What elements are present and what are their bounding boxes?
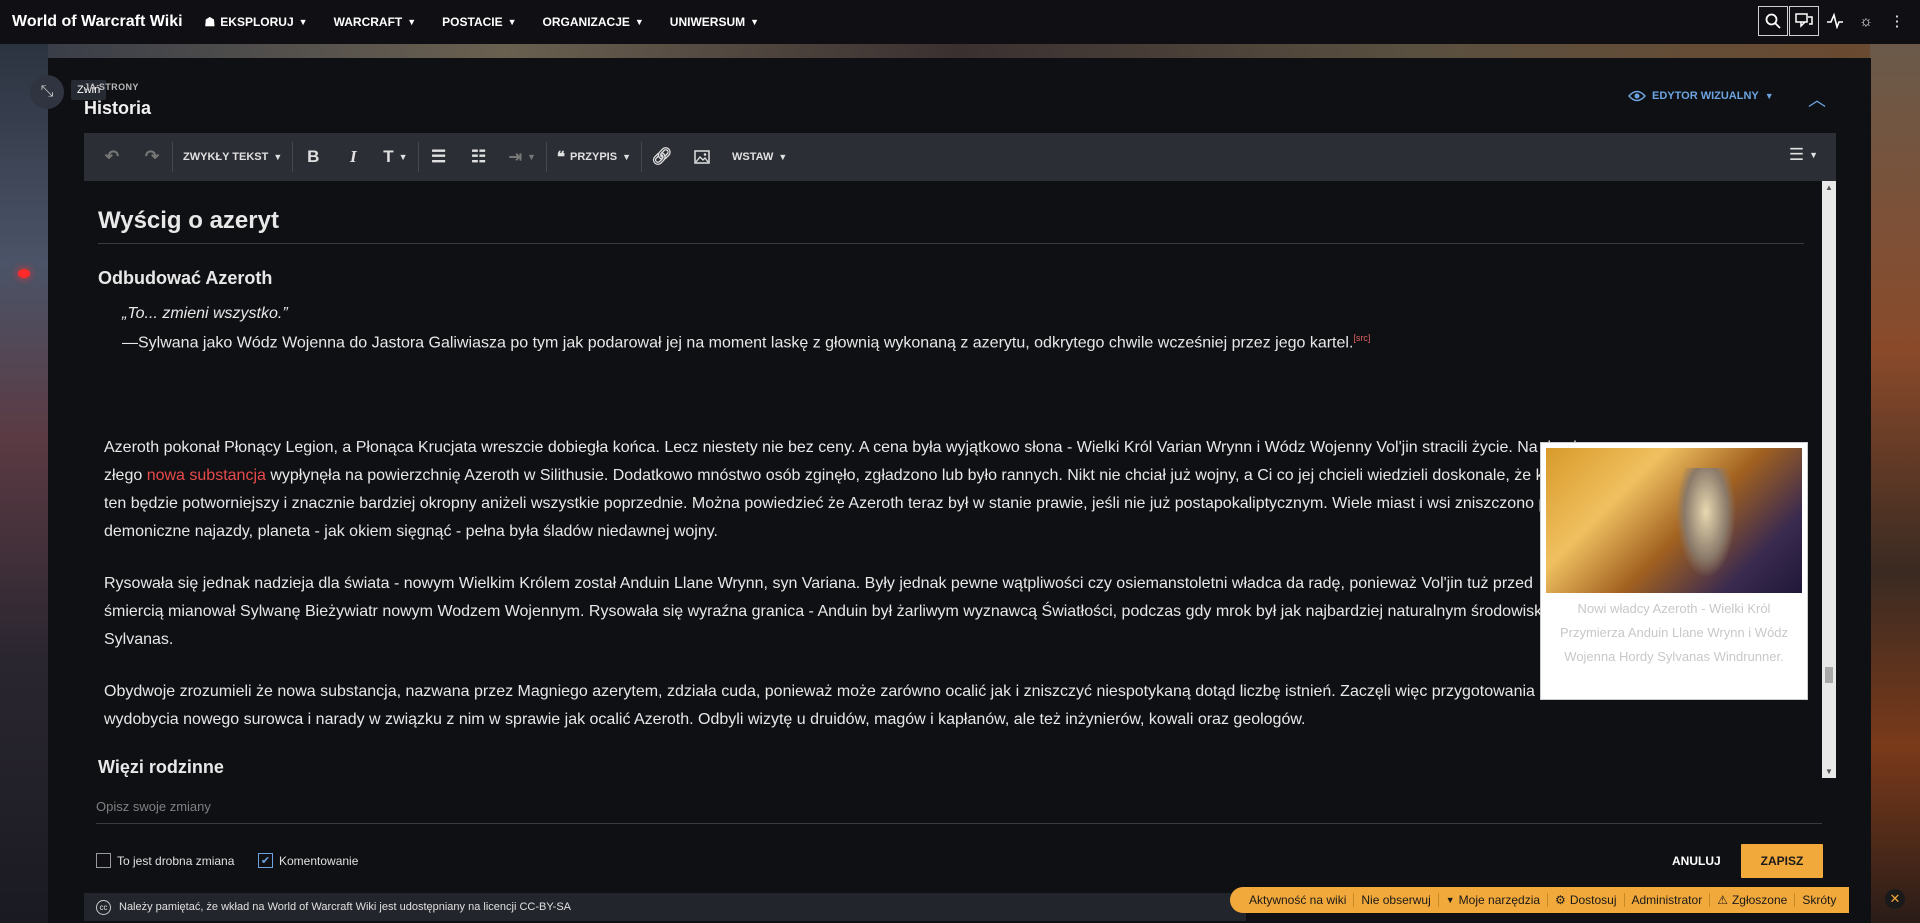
chevron-down-icon: ▼: [622, 152, 631, 162]
search-icon[interactable]: [1758, 6, 1788, 36]
chevron-down-icon: ▼: [527, 152, 536, 162]
scrollbar-thumb[interactable]: [1825, 667, 1833, 683]
watch-checkbox[interactable]: ✔ Komentowanie: [258, 853, 358, 868]
background-art-top: [48, 44, 1870, 58]
chevron-down-icon: ▼: [273, 152, 283, 162]
text-style-icon: T: [383, 147, 394, 166]
italic-icon[interactable]: I: [333, 147, 373, 167]
text-style-dropdown[interactable]: T ▼: [373, 147, 417, 167]
thumbnail-image: [1546, 448, 1802, 593]
quote-source: —Sylwana jako Wódz Wojenna do Jastora Ga…: [122, 333, 1371, 352]
scroll-down-icon[interactable]: ▼: [1825, 767, 1833, 776]
bullet-list-icon[interactable]: ☰: [419, 147, 459, 167]
top-right-tools: ☼ ⋮: [1758, 6, 1912, 36]
license-notice: cc Należy pamiętać, że wkład na World of…: [84, 893, 1246, 921]
editor-scrollbar[interactable]: ▲ ▼: [1822, 181, 1836, 778]
top-navigation: World of Warcraft Wiki ☗ EKSPLORUJ ▼ WARCR…: [0, 0, 1920, 44]
nav-universe[interactable]: UNIWERSUM ▼: [670, 15, 759, 29]
editor-toolbar: ↶ ↷ ZWYKŁY TEKST ▼ B I T ▼ ☰ ☷ ⇥ ▼ ❝ PRZYPIS…: [84, 133, 1836, 182]
background-art-left: [0, 44, 48, 923]
reported-link[interactable]: ⚠ Zgłoszone: [1710, 893, 1796, 907]
background-art-eye: [18, 269, 30, 278]
link-icon[interactable]: 🔗︎: [642, 147, 682, 167]
section-heading: Wyścig o azeryt: [98, 207, 1804, 244]
paragraph-1: Azeroth pokonał Płonący Legion, a Płonąc…: [104, 439, 1592, 540]
subsection-heading: Więzi rodzinne: [98, 757, 224, 777]
editor-mode-switch[interactable]: EDYTOR WIZUALNY ▼: [1628, 90, 1774, 102]
indent-icon: ⇥: [508, 149, 522, 166]
chevron-down-icon: ▼: [750, 17, 760, 27]
activity-icon[interactable]: [1820, 6, 1850, 36]
quote-text: „To... zmieni wszystko.”: [122, 305, 288, 322]
checkbox-box[interactable]: [96, 853, 111, 868]
insert-dropdown[interactable]: WSTAW ▼: [722, 151, 797, 163]
bold-icon[interactable]: B: [293, 147, 333, 167]
chevron-up-icon[interactable]: ︿: [1808, 86, 1826, 112]
chevron-down-icon: ▼: [1764, 91, 1774, 101]
chevron-down-icon: ▼: [507, 17, 517, 27]
chevron-down-icon: ▼: [634, 17, 644, 27]
image-thumbnail[interactable]: Nowi władcy Azeroth - Wielki Król Przymi…: [1540, 442, 1808, 700]
undo-icon[interactable]: ↶: [92, 147, 132, 167]
customize-link[interactable]: ⚙ Dostosuj: [1548, 893, 1625, 907]
checkbox-box[interactable]: ✔: [258, 853, 273, 868]
nav-warcraft[interactable]: WARCRAFT ▼: [334, 15, 417, 29]
edit-summary-input[interactable]: Opisz swoje zmiany: [96, 799, 1822, 824]
image-icon[interactable]: [682, 150, 722, 164]
background-art-right: [1870, 44, 1920, 923]
warning-icon: ⚠: [1717, 893, 1728, 907]
gear-icon: ⚙: [1555, 893, 1566, 907]
editor-content[interactable]: Wyścig o azeryt Odbudować Azeroth „To...…: [84, 181, 1836, 778]
quote-icon: ❝: [556, 149, 565, 166]
redo-icon[interactable]: ↷: [132, 147, 172, 167]
minor-edit-checkbox[interactable]: To jest drobna zmiana: [96, 853, 234, 868]
admin-link[interactable]: Administrator: [1625, 893, 1711, 907]
check-icon: ✔: [260, 855, 271, 867]
wiki-tools-bar: Aktywność na wiki Nie obserwuj ▼ Moje nar…: [1230, 887, 1850, 913]
cite-dropdown[interactable]: ❝ PRZYPIS ▼: [547, 148, 641, 166]
discussions-icon[interactable]: [1789, 6, 1819, 36]
scroll-up-icon[interactable]: ▲: [1825, 183, 1833, 192]
chevron-down-icon: ▼: [778, 152, 788, 162]
creative-commons-icon: cc: [96, 899, 111, 915]
chevron-down-icon: ▼: [398, 152, 408, 162]
chevron-down-icon: ▼: [407, 17, 417, 27]
chevron-down-icon: ▼: [1809, 150, 1818, 160]
paragraph-2: Rysowała się jednak nadzieja dla świata …: [104, 575, 1568, 648]
image-caption: Nowi władcy Azeroth - Wielki Król Przymi…: [1559, 601, 1789, 664]
collapse-button[interactable]: ⤡: [30, 75, 64, 109]
indent-dropdown[interactable]: ⇥ ▼: [499, 147, 546, 167]
hamburger-icon: ☰: [1788, 145, 1805, 164]
thumbnail-figure: [1676, 468, 1736, 578]
more-options-icon[interactable]: ⋮: [1882, 6, 1912, 36]
site-logo[interactable]: World of Warcraft Wiki: [12, 13, 183, 31]
minimize-icon: ⤡: [40, 83, 54, 100]
nav-explore[interactable]: ☗ EKSPLORUJ ▼: [205, 15, 308, 29]
cancel-button[interactable]: ANULUJ: [1672, 854, 1721, 868]
subsection-heading: Odbudować Azeroth: [98, 268, 273, 288]
wiki-activity-link[interactable]: Aktywność na wiki: [1242, 893, 1355, 907]
red-link[interactable]: nowa substancja: [147, 467, 266, 484]
chevron-down-icon: ▼: [1445, 895, 1455, 905]
nav-organizations[interactable]: ORGANIZACJE ▼: [543, 15, 644, 29]
eye-icon: [1628, 90, 1646, 102]
paragraph-3: Obydwoje zrozumieli że nowa substancja, …: [104, 683, 1558, 728]
theme-toggle-icon[interactable]: ☼: [1851, 6, 1881, 36]
compass-icon: ☗: [204, 15, 216, 29]
nav-characters[interactable]: POSTACIE ▼: [442, 15, 516, 29]
source-reference[interactable]: [src]: [1353, 333, 1370, 343]
paragraph-format-dropdown[interactable]: ZWYKŁY TEKST ▼: [173, 151, 292, 163]
shortcuts-link[interactable]: Skróty: [1795, 893, 1843, 907]
edit-page-label: JA STRONY: [84, 82, 139, 92]
save-button[interactable]: ZAPISZ: [1741, 844, 1823, 878]
numbered-list-icon[interactable]: ☷: [459, 147, 499, 167]
chevron-down-icon: ▼: [298, 17, 308, 27]
close-icon[interactable]: ✕: [1885, 889, 1905, 909]
unwatch-link[interactable]: Nie obserwuj: [1354, 893, 1439, 907]
page-title: Historia: [84, 98, 152, 118]
my-tools-menu[interactable]: ▼ Moje narzędzia: [1439, 893, 1549, 907]
page-options-menu[interactable]: ☰ ▼: [1789, 145, 1818, 165]
